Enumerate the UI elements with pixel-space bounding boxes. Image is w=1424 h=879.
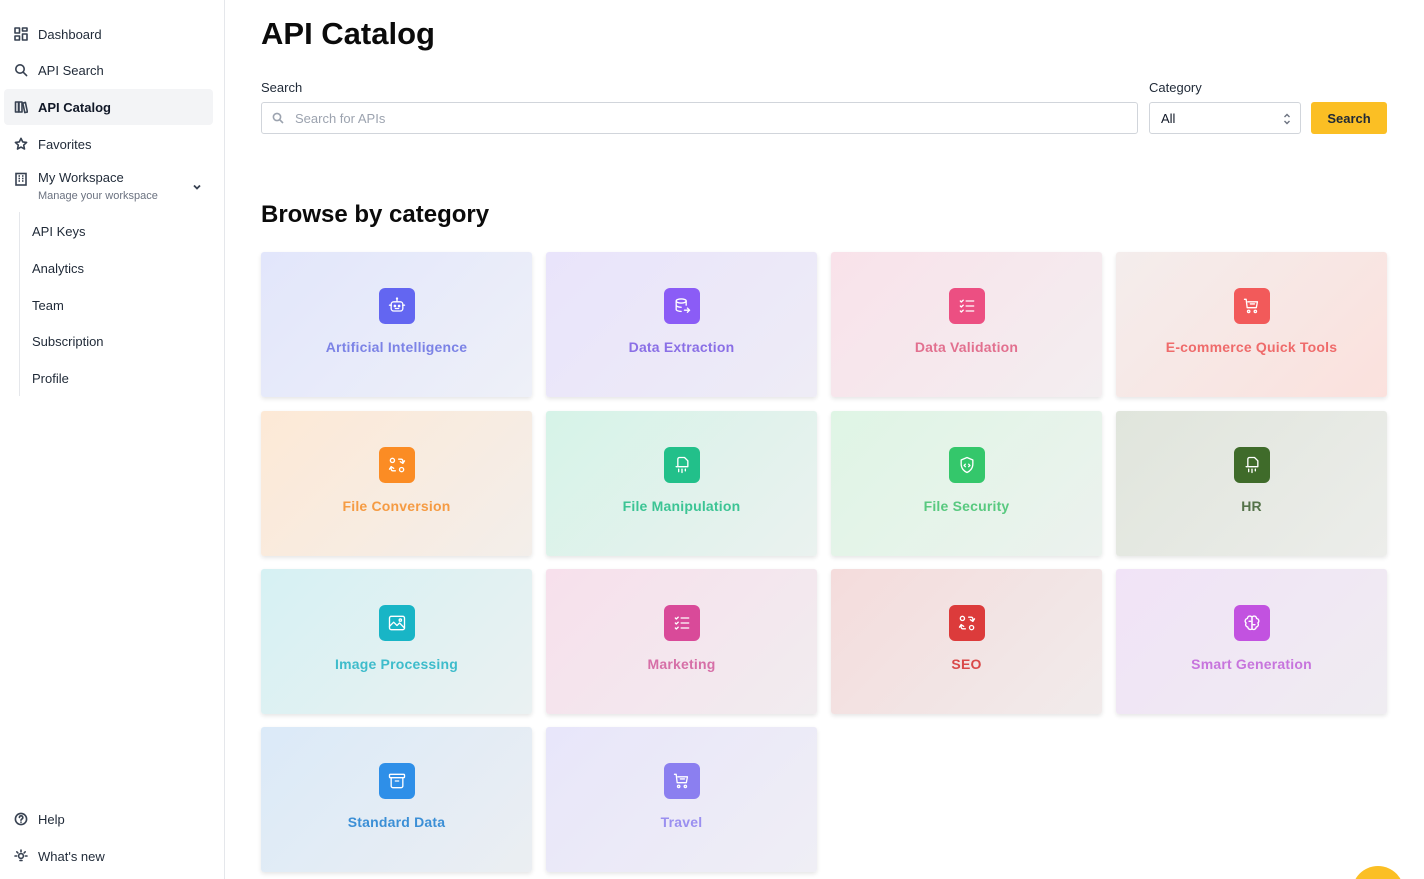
category-card-label: File Conversion <box>342 498 451 514</box>
category-card-artificial-intelligence[interactable]: Artificial Intelligence <box>261 252 532 397</box>
sidebar-item-api-keys[interactable]: API Keys <box>22 214 212 248</box>
category-card-file-conversion[interactable]: File Conversion <box>261 411 532 556</box>
star-icon <box>14 137 28 151</box>
sidebar-item-api-search[interactable]: API Search <box>4 52 213 88</box>
brain-icon <box>1233 605 1270 641</box>
submenu-divider <box>19 212 20 396</box>
search-input[interactable] <box>295 110 1095 126</box>
category-select-value: All <box>1161 110 1176 126</box>
category-card-smart-generation[interactable]: Smart Generation <box>1116 569 1387 714</box>
sidebar-item-api-catalog[interactable]: API Catalog <box>4 89 213 125</box>
workspace-label: My Workspace <box>38 170 124 185</box>
category-card-label: File Manipulation <box>622 498 741 514</box>
chevron-down-icon[interactable] <box>191 180 203 192</box>
category-select[interactable]: All <box>1149 102 1301 134</box>
sidebar-item-my-workspace[interactable]: My Workspace Manage your workspace <box>4 168 213 210</box>
transform-icon <box>948 605 985 641</box>
category-card-label: File Security <box>923 498 1010 514</box>
transform-icon <box>378 447 415 483</box>
building-icon <box>14 172 28 186</box>
sidebar-item-help[interactable]: Help <box>4 801 213 837</box>
category-label: Category <box>1149 80 1202 95</box>
category-card-label: Data Extraction <box>628 339 735 355</box>
search-icon <box>14 63 28 77</box>
category-card-image-processing[interactable]: Image Processing <box>261 569 532 714</box>
sidebar-item-label: API Catalog <box>38 99 111 115</box>
sidebar-item-profile[interactable]: Profile <box>22 361 212 395</box>
sidebar-item-whats-new[interactable]: What's new <box>4 838 213 874</box>
chevron-up-down-icon <box>1283 112 1291 126</box>
page-title: API Catalog <box>261 16 435 51</box>
category-card-label: Data Validation <box>914 339 1019 355</box>
database-export-icon <box>663 288 700 324</box>
file-cloud-icon <box>1233 447 1270 483</box>
sidebar-item-subscription[interactable]: Subscription <box>22 324 212 358</box>
sidebar-item-favorites[interactable]: Favorites <box>4 126 213 162</box>
sidebar-item-dashboard[interactable]: Dashboard <box>4 16 213 52</box>
category-card-label: Marketing <box>647 656 716 672</box>
search-icon <box>272 112 284 124</box>
category-card-label: Travel <box>660 814 703 830</box>
bulb-icon <box>14 849 28 863</box>
category-card-seo[interactable]: SEO <box>831 569 1102 714</box>
sidebar: Dashboard API Search API Catalog Favorit… <box>0 0 225 879</box>
category-card-file-manipulation[interactable]: File Manipulation <box>546 411 817 556</box>
category-card-label: SEO <box>951 656 982 672</box>
robot-icon <box>378 288 415 324</box>
workspace-sublabel: Manage your workspace <box>38 190 158 202</box>
category-card-standard-data[interactable]: Standard Data <box>261 727 532 872</box>
category-card-travel[interactable]: Travel <box>546 727 817 872</box>
list-check-icon <box>663 605 700 641</box>
sidebar-item-label: API Search <box>38 62 104 78</box>
category-card-hr[interactable]: HR <box>1116 411 1387 556</box>
shield-code-icon <box>948 447 985 483</box>
category-card-label: HR <box>1241 498 1262 514</box>
category-card-label: Standard Data <box>347 814 446 830</box>
chat-launcher-button[interactable] <box>1352 866 1404 879</box>
file-cloud-icon <box>663 447 700 483</box>
category-card-data-validation[interactable]: Data Validation <box>831 252 1102 397</box>
search-button[interactable]: Search <box>1311 102 1387 134</box>
cart-icon <box>1233 288 1270 324</box>
category-card-label: Artificial Intelligence <box>325 339 468 355</box>
section-title: Browse by category <box>261 201 490 228</box>
sidebar-item-label: What's new <box>38 848 105 864</box>
search-label: Search <box>261 80 303 95</box>
help-circle-icon <box>14 812 28 826</box>
cart-icon <box>663 763 700 799</box>
archive-icon <box>378 763 415 799</box>
category-card-marketing[interactable]: Marketing <box>546 569 817 714</box>
sidebar-item-team[interactable]: Team <box>22 288 212 322</box>
search-field[interactable] <box>261 102 1138 134</box>
sidebar-item-label: Help <box>38 811 65 827</box>
category-card-label: Smart Generation <box>1191 656 1312 672</box>
list-check-icon <box>948 288 985 324</box>
sidebar-item-analytics[interactable]: Analytics <box>22 251 212 285</box>
grid-icon <box>14 27 28 41</box>
category-card-e-commerce-quick-tools[interactable]: E-commerce Quick Tools <box>1116 252 1387 397</box>
category-card-label: E-commerce Quick Tools <box>1165 339 1338 355</box>
sidebar-item-label: Dashboard <box>38 26 102 42</box>
category-card-data-extraction[interactable]: Data Extraction <box>546 252 817 397</box>
category-card-label: Image Processing <box>334 656 459 672</box>
sidebar-item-label: Favorites <box>38 136 92 152</box>
category-card-file-security[interactable]: File Security <box>831 411 1102 556</box>
image-icon <box>378 605 415 641</box>
books-icon <box>14 100 28 114</box>
